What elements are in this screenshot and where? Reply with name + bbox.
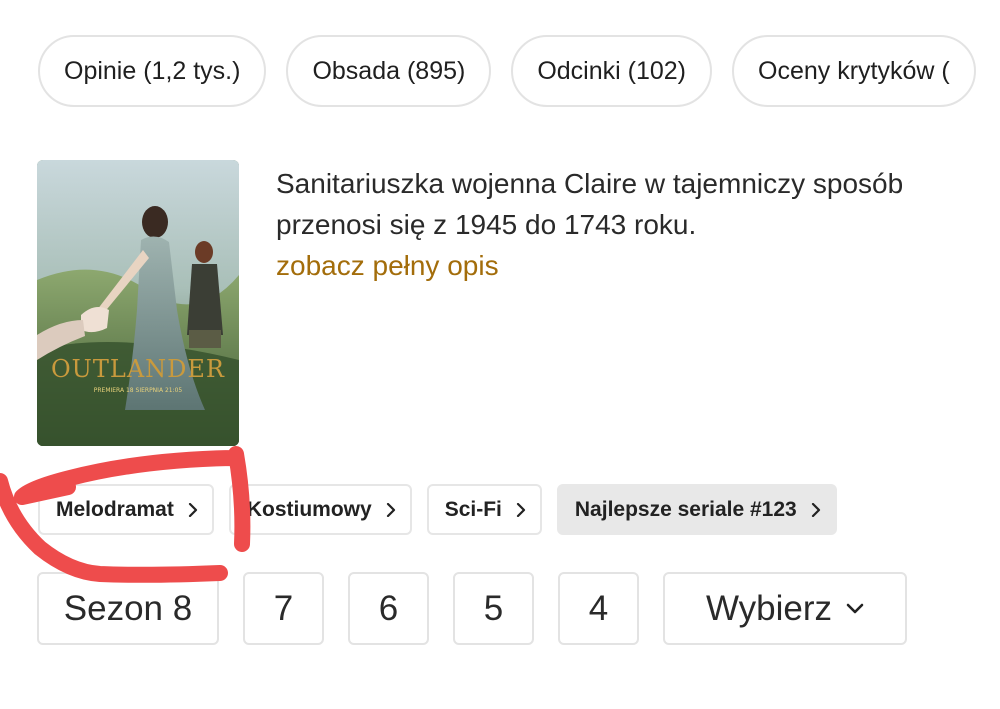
genre-chip-melodrama[interactable]: Melodramat (38, 484, 214, 535)
genre-chip-scifi[interactable]: Sci-Fi (426, 484, 542, 535)
genre-chip-costume[interactable]: Kostiumowy (228, 484, 412, 535)
ranking-chip-best-series[interactable]: Najlepsze seriale #123 (556, 484, 837, 535)
season-5-button[interactable]: 5 (453, 572, 534, 645)
season-choose-label: Wybierz (705, 588, 833, 628)
genre-chip-label: Kostiumowy (246, 497, 372, 521)
series-page: Opinie (1,2 tys.) Obsada (895) Odcinki (… (0, 0, 1000, 709)
tab-critic-ratings[interactable]: Oceny krytyków ( (732, 35, 976, 107)
chevron-right-icon (188, 502, 197, 517)
chevron-down-icon (846, 603, 864, 613)
tab-cast[interactable]: Obsada (895) (286, 35, 492, 107)
poster-subtitle: PREMIERA 18 SIERPNIA 21:05 (94, 387, 183, 394)
genre-chips: Melodramat Kostiumowy Sci-Fi Najlepsze s… (38, 484, 837, 535)
genre-chip-label: Melodramat (56, 497, 174, 521)
season-6-button[interactable]: 6 (348, 572, 429, 645)
chevron-right-icon (516, 502, 525, 517)
tab-opinions[interactable]: Opinie (1,2 tys.) (38, 35, 267, 107)
season-choose-dropdown[interactable]: Wybierz (663, 572, 907, 645)
season-current-button[interactable]: Sezon 8 (37, 572, 219, 645)
series-description: Sanitariuszka wojenna Claire w tajemnicz… (276, 168, 904, 240)
chevron-right-icon (811, 502, 820, 517)
season-7-button[interactable]: 7 (243, 572, 324, 645)
series-poster[interactable]: OUTLANDER PREMIERA 18 SIERPNIA 21:05 (37, 160, 239, 446)
poster-image: OUTLANDER PREMIERA 18 SIERPNIA 21:05 (37, 160, 239, 446)
show-full-description-link[interactable]: zobacz pełny opis (276, 247, 499, 285)
ranking-chip-label: Najlepsze seriale #123 (574, 497, 797, 521)
chevron-right-icon (386, 502, 395, 517)
season-selector: Sezon 8 7 6 5 4 Wybierz (37, 572, 907, 645)
genre-chip-label: Sci-Fi (444, 497, 502, 521)
season-4-button[interactable]: 4 (558, 572, 639, 645)
poster-title: OUTLANDER (51, 355, 225, 383)
section-tabs: Opinie (1,2 tys.) Obsada (895) Odcinki (… (38, 35, 976, 107)
tab-episodes[interactable]: Odcinki (102) (511, 35, 712, 107)
